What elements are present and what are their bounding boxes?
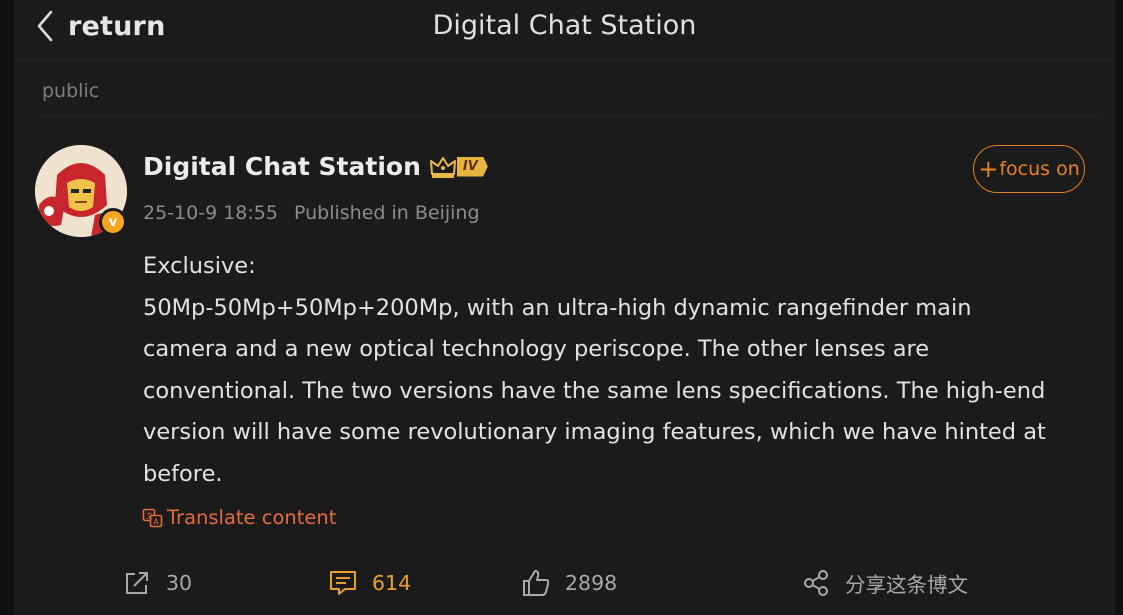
verified-badge: v [99, 208, 127, 236]
translate-link[interactable]: 文 A Translate content [142, 506, 336, 529]
content-line: before. [143, 460, 223, 487]
divider [42, 116, 1100, 117]
app-frame: return Digital Chat Station public v Dig… [0, 0, 1123, 615]
translate-icon: 文 A [142, 508, 163, 528]
header-bar: return Digital Chat Station [14, 0, 1115, 60]
repost-icon [126, 572, 148, 594]
content-line: conventional. The two versions have the … [143, 377, 1046, 404]
post-panel: return Digital Chat Station public v Dig… [14, 0, 1115, 615]
repost-button[interactable]: 30 [122, 568, 192, 598]
content-line: 50Mp-50Mp+50Mp+200Mp, with an ultra-high… [143, 294, 972, 321]
post-date: 25-10-9 18:55 [143, 202, 278, 224]
post-content: Exclusive: 50Mp-50Mp+50Mp+200Mp, with an… [143, 246, 1083, 495]
share-icon [804, 570, 828, 596]
repost-count: 30 [166, 571, 193, 595]
translate-label: Translate content [167, 506, 337, 529]
crown-icon [429, 156, 456, 178]
post-meta: 25-10-9 18:55 Published in Beijing [143, 202, 480, 224]
content-line: Exclusive: [143, 253, 256, 279]
author-row: Digital Chat Station IV [143, 152, 488, 181]
content-line: version will have some revolutionary ima… [143, 419, 1046, 445]
share-label: 分享这条博文 [845, 573, 968, 597]
like-button[interactable]: 2898 [521, 568, 617, 598]
level-badge: IV [456, 156, 488, 177]
like-count: 2898 [565, 571, 618, 595]
svg-text:文: 文 [146, 511, 153, 520]
share-post-button[interactable]: 分享这条博文 [801, 568, 968, 598]
author-name[interactable]: Digital Chat Station [143, 152, 421, 181]
action-bar: 30 614 2898 分享这条博文 [14, 560, 1115, 610]
content-line: camera and a new optical technology peri… [143, 336, 930, 362]
follow-button[interactable]: + focus on [973, 145, 1085, 193]
page-title: Digital Chat Station [432, 10, 697, 41]
visibility-label: public [42, 80, 100, 102]
plus-icon: + [978, 155, 999, 183]
comment-button[interactable]: 614 [328, 568, 411, 598]
follow-label: focus on [999, 158, 1080, 180]
comment-icon [330, 571, 356, 595]
post-location: Published in Beijing [294, 202, 480, 224]
comment-count: 614 [372, 571, 412, 595]
svg-text:A: A [153, 518, 159, 527]
thumbs-up-icon [523, 570, 550, 596]
